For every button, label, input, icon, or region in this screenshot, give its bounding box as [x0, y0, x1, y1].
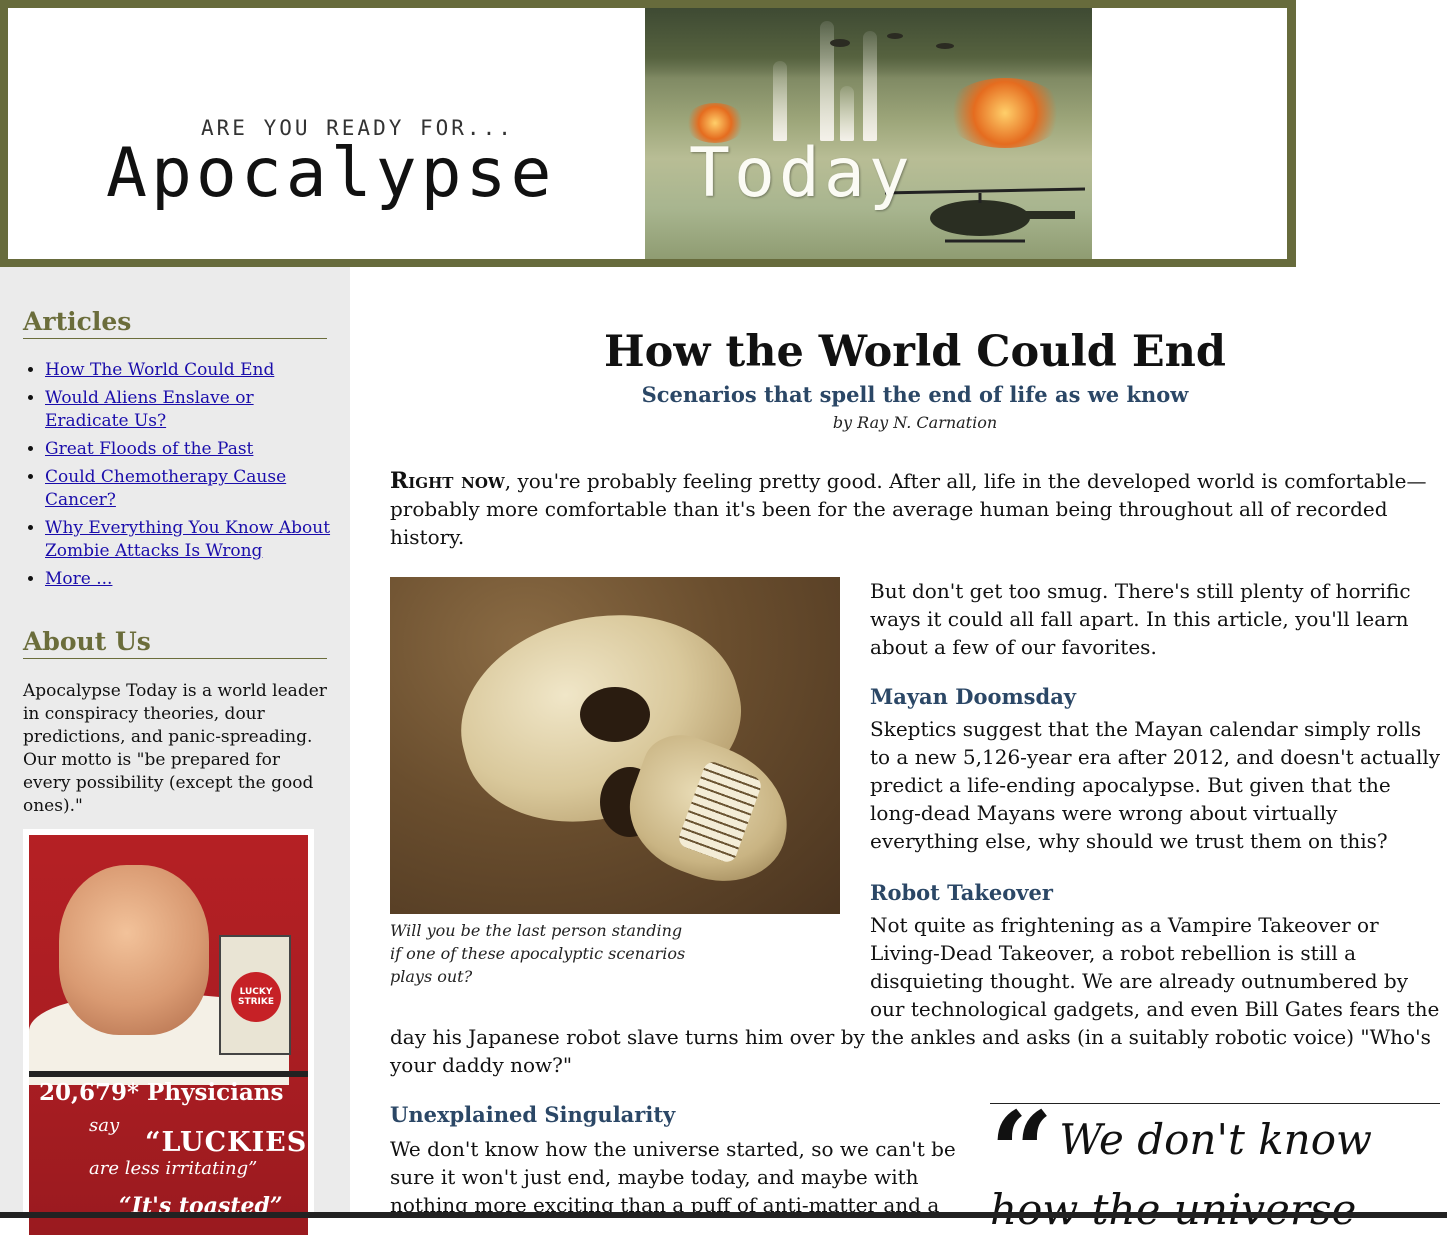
article-subtitle: Scenarios that spell the end of life as … [641, 382, 1189, 407]
ad-less-irritating: are less irritating” [89, 1158, 258, 1179]
section-heading-singularity: Unexplained Singularity [390, 1102, 676, 1127]
articles-heading: Articles [23, 307, 327, 339]
paragraph: Skeptics suggest that the Mayan calendar… [870, 717, 1441, 853]
banner-war-photo: Today [645, 8, 1092, 259]
intro-paragraph: Right now, you're probably feeling prett… [390, 467, 1430, 551]
eye-socket [580, 687, 650, 742]
list-item: Great Floods of the Past [45, 438, 333, 461]
paragraph: Not quite as frightening as a Vampire Ta… [870, 913, 1440, 1021]
ad-say: say [89, 1115, 120, 1136]
article-link-world-end[interactable]: How The World Could End [45, 360, 274, 380]
distant-helicopters-icon [830, 33, 954, 49]
ad-artwork: LUCKY STRIKE 20,679* Physicians say “LUC… [29, 835, 308, 1235]
article: How the World Could End Scenarios that s… [390, 267, 1440, 1234]
doctor-face [59, 865, 209, 1035]
section-heading-mayan: Mayan Doomsday [870, 684, 1077, 709]
article-title: How the World Could End [604, 327, 1226, 377]
helicopter-icon [885, 187, 1085, 243]
sidebar: Articles How The World Could End Would A… [0, 267, 350, 1235]
banner-logo-area: ARE YOU READY FOR... Apocalypse Today [8, 8, 1287, 259]
article-link-chemotherapy[interactable]: Could Chemotherapy Cause Cancer? [45, 467, 286, 510]
paragraph-continued: day his Japanese robot slave turns him o… [390, 1025, 1431, 1077]
cigarette-ad[interactable]: LUCKY STRIKE 20,679* Physicians say “LUC… [23, 829, 314, 1235]
list-item: How The World Could End [45, 359, 333, 382]
article-link-aliens[interactable]: Would Aliens Enslave or Eradicate Us? [45, 388, 254, 431]
site-banner: ARE YOU READY FOR... Apocalypse Today [0, 0, 1296, 267]
logo-word-apocalypse: Apocalypse [106, 134, 556, 213]
list-item: Why Everything You Know About Zombie Att… [45, 517, 333, 563]
intro-lead: Right now [390, 468, 505, 494]
fire [945, 78, 1065, 148]
pack-logo: LUCKY STRIKE [231, 972, 281, 1022]
quote-mark-icon: “ [990, 1087, 1054, 1216]
article-byline: by Ray N. Carnation [832, 413, 998, 432]
cigarette-pack: LUCKY STRIKE [219, 935, 291, 1055]
ad-luckies: “LUCKIES [145, 1127, 308, 1158]
window-bottom-edge [0, 1212, 1447, 1218]
article-link-floods[interactable]: Great Floods of the Past [45, 439, 253, 459]
logo-word-today: Today [689, 134, 914, 213]
list-item: Could Chemotherapy Cause Cancer? [45, 466, 333, 512]
image-caption: Will you be the last person standing if … [390, 921, 686, 986]
about-heading: About Us [23, 627, 327, 659]
article-list: How The World Could End Would Aliens Ens… [23, 359, 333, 596]
paragraph: But don't get too smug. There's still pl… [870, 579, 1411, 659]
skull-image [390, 577, 840, 914]
more-articles-link[interactable]: More ... [45, 569, 112, 589]
explosion-plume [840, 86, 854, 141]
ad-headline: 20,679* Physicians [39, 1079, 284, 1106]
ad-divider [29, 1071, 308, 1077]
explosion-plume [773, 61, 787, 141]
intro-text: , you're probably feeling pretty good. A… [390, 469, 1427, 549]
article-link-zombies[interactable]: Why Everything You Know About Zombie Att… [45, 518, 330, 561]
list-item: More ... [45, 568, 333, 591]
section-heading-robot: Robot Takeover [870, 880, 1053, 905]
list-item: Would Aliens Enslave or Eradicate Us? [45, 387, 333, 433]
about-text: Apocalypse Today is a world leader in co… [23, 681, 327, 816]
paragraph: We don't know how the universe started, … [390, 1137, 956, 1217]
